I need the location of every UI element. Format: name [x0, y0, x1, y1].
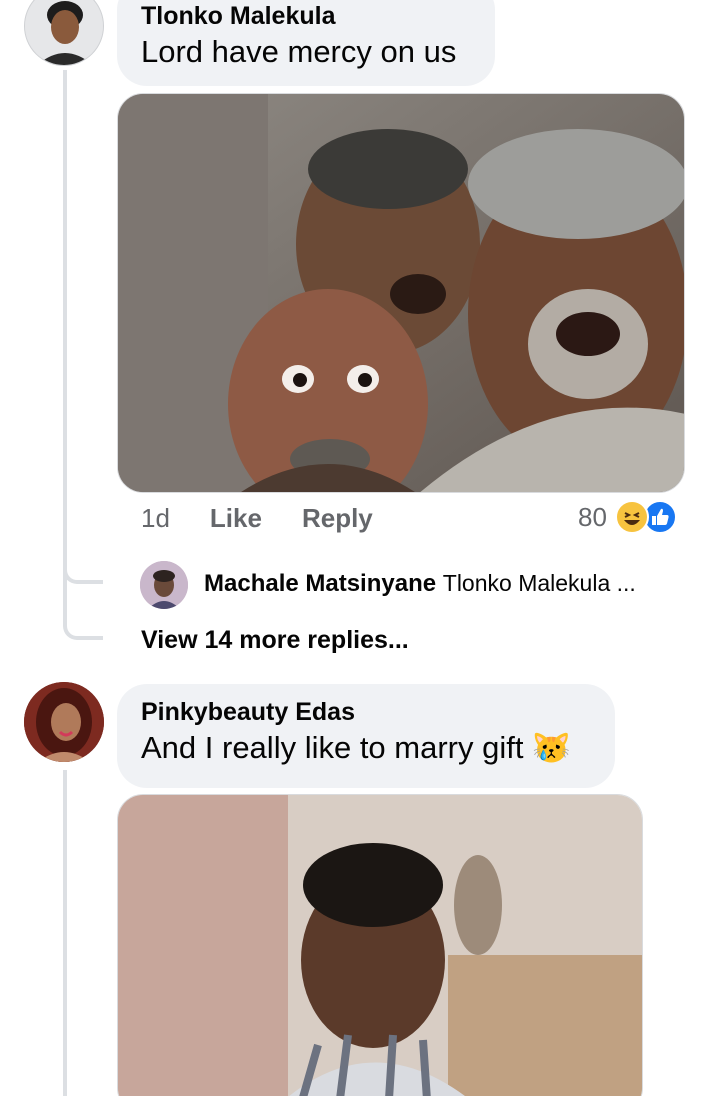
reply-author[interactable]: Machale Matsinyane — [204, 570, 436, 597]
comment-bubble: Tlonko Malekula Lord have mercy on us — [117, 0, 495, 86]
comment-timestamp[interactable]: 1d — [141, 503, 170, 534]
like-button[interactable]: Like — [210, 503, 262, 534]
comment-author[interactable]: Pinkybeauty Edas — [141, 696, 589, 728]
avatar[interactable] — [24, 0, 104, 66]
reply-preview[interactable]: Machale Matsinyane Tlonko Malekula ... — [204, 570, 636, 598]
thread-connector — [63, 612, 103, 640]
comment-image[interactable] — [117, 794, 643, 1096]
comment-bubble: Pinkybeauty Edas And I really like to ma… — [117, 684, 615, 788]
profile-photo — [140, 561, 188, 609]
comment-text: And I really like to marry gift 😿 — [141, 728, 589, 768]
thread-line — [63, 70, 67, 626]
reply-text: Tlonko Malekula ... — [442, 570, 636, 596]
profile-photo — [25, 0, 103, 65]
crying-cat-emoji-icon: 😿 — [532, 730, 571, 765]
comment-text-body: And I really like to marry gift — [141, 730, 524, 765]
meme-photo — [118, 94, 684, 492]
comment-text: Lord have mercy on us — [141, 34, 457, 69]
reply-button[interactable]: Reply — [302, 503, 373, 534]
thread-line — [63, 770, 67, 1096]
avatar[interactable] — [24, 682, 104, 762]
comment-image[interactable] — [117, 93, 685, 493]
profile-photo — [24, 682, 104, 762]
view-more-replies-link[interactable]: View 14 more replies... — [141, 626, 409, 655]
comment-author[interactable]: Tlonko Malekula — [141, 0, 469, 32]
reaction-summary[interactable]: 80 — [578, 500, 677, 534]
meme-photo — [118, 795, 642, 1096]
haha-emoji-icon — [614, 500, 649, 534]
avatar[interactable] — [140, 561, 188, 609]
comment-actions: 1d Like Reply — [141, 503, 373, 534]
reaction-count: 80 — [578, 501, 607, 532]
thread-connector — [63, 560, 103, 584]
